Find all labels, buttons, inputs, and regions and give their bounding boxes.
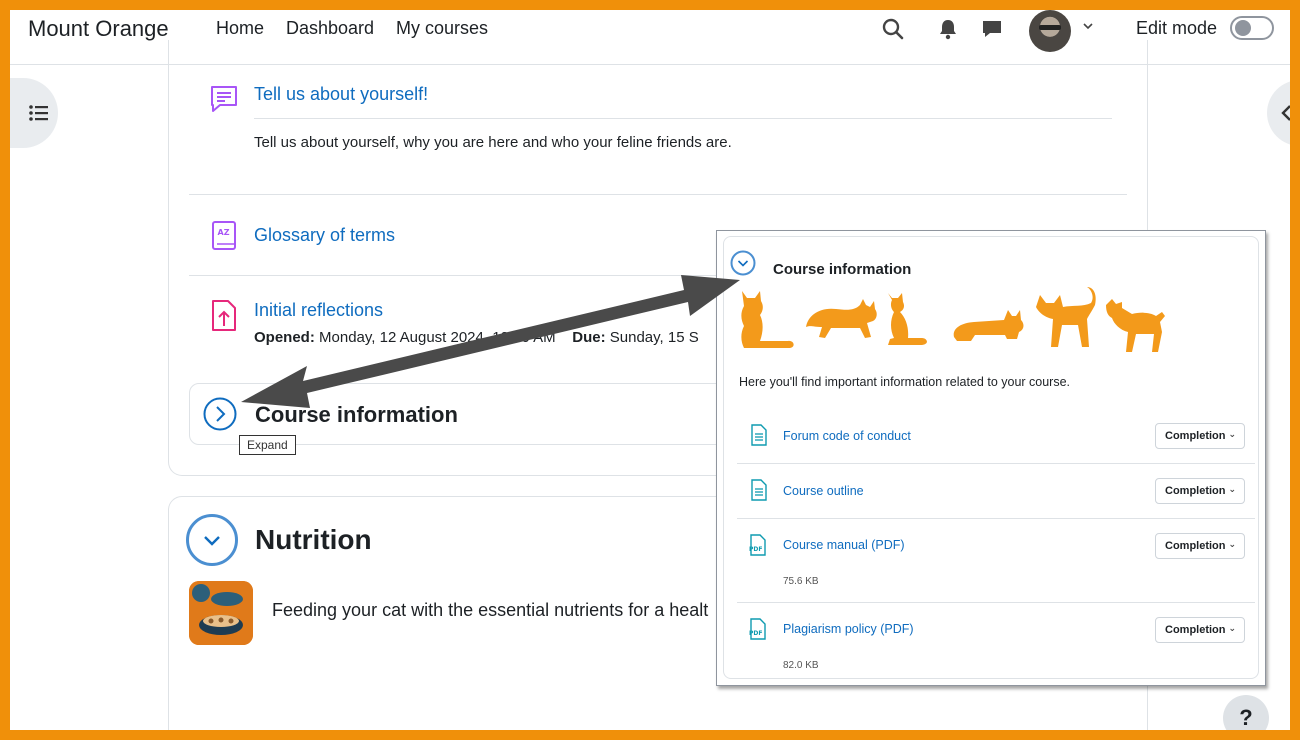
assignment-activity-link[interactable]: Initial reflections xyxy=(254,300,383,321)
popup-section-card: Course information Here you'll find impo… xyxy=(723,236,1259,679)
assignment-dates: Opened: Monday, 12 August 2024, 12:00 AM… xyxy=(254,329,699,346)
divider xyxy=(737,463,1255,464)
nutrition-section-title[interactable]: Nutrition xyxy=(255,524,372,556)
edit-mode-label: Edit mode xyxy=(1136,18,1218,38)
site-brand[interactable]: Mount Orange xyxy=(28,16,169,42)
edit-mode-toggle[interactable] xyxy=(1230,16,1274,40)
forum-activity-link[interactable]: Tell us about yourself! xyxy=(254,84,428,105)
chevron-down-icon: ⌄ xyxy=(1228,484,1236,494)
popup-item-course-manual-link[interactable]: Course manual (PDF) xyxy=(783,538,905,552)
popup-intro-text: Here you'll find important information r… xyxy=(739,375,1071,389)
block-drawer-button[interactable] xyxy=(1267,80,1290,146)
popup-item-forum-code-link[interactable]: Forum code of conduct xyxy=(783,429,911,443)
list-icon xyxy=(29,105,48,121)
nutrition-image xyxy=(189,581,253,645)
chevron-down-icon: ⌄ xyxy=(1228,623,1236,633)
divider xyxy=(254,118,1112,119)
messages-icon[interactable] xyxy=(979,16,1005,42)
svg-text:PDF: PDF xyxy=(749,630,762,637)
forum-description: Tell us about yourself, why you are here… xyxy=(254,134,732,151)
course-information-section-title[interactable]: Course information xyxy=(255,402,458,428)
expand-chevron-right-icon[interactable] xyxy=(203,397,237,431)
page-icon xyxy=(750,479,768,501)
help-button[interactable]: ? xyxy=(1223,695,1269,730)
chevron-down-icon: ⌄ xyxy=(1228,539,1236,549)
nav-my-courses[interactable]: My courses xyxy=(396,18,488,39)
chevron-left-icon xyxy=(1281,105,1290,121)
cat-silhouettes-banner xyxy=(736,287,1166,353)
course-index-drawer-button[interactable] xyxy=(10,78,58,148)
divider xyxy=(737,602,1255,603)
completion-dropdown[interactable]: Completion ⌄ xyxy=(1155,617,1245,643)
pdf-icon: PDF xyxy=(748,618,768,640)
divider xyxy=(189,275,749,276)
user-menu-chevron-down-icon[interactable] xyxy=(1082,20,1094,32)
divider xyxy=(189,194,1127,195)
nav-home[interactable]: Home xyxy=(216,18,264,39)
search-icon[interactable] xyxy=(880,16,906,42)
file-size: 82.0 KB xyxy=(783,660,819,671)
completion-dropdown[interactable]: Completion ⌄ xyxy=(1155,478,1245,504)
popup-item-course-outline-link[interactable]: Course outline xyxy=(783,484,864,498)
course-information-expanded-popup: Course information Here you'll find impo… xyxy=(716,230,1266,686)
collapse-chevron-down-icon[interactable] xyxy=(730,250,756,276)
nutrition-description: Feeding your cat with the essential nutr… xyxy=(272,600,709,620)
notification-bell-icon[interactable] xyxy=(935,16,961,42)
forum-icon xyxy=(208,83,240,115)
assignment-upload-icon xyxy=(210,299,238,333)
completion-dropdown[interactable]: Completion ⌄ xyxy=(1155,423,1245,449)
file-size: 75.6 KB xyxy=(783,576,819,587)
divider xyxy=(737,518,1255,519)
glossary-activity-link[interactable]: Glossary of terms xyxy=(254,225,395,246)
page-icon xyxy=(750,424,768,446)
expand-tooltip: Expand xyxy=(239,435,296,455)
collapse-chevron-down-icon[interactable] xyxy=(185,513,239,567)
popup-section-title[interactable]: Course information xyxy=(773,261,911,278)
pdf-icon: PDF xyxy=(748,534,768,556)
svg-text:PDF: PDF xyxy=(749,546,762,553)
nav-dashboard[interactable]: Dashboard xyxy=(286,18,374,39)
chevron-down-icon: ⌄ xyxy=(1228,429,1236,439)
glossary-icon: AZ xyxy=(210,220,238,252)
svg-text:AZ: AZ xyxy=(218,228,230,237)
popup-item-plagiarism-policy-link[interactable]: Plagiarism policy (PDF) xyxy=(783,622,914,636)
completion-dropdown[interactable]: Completion ⌄ xyxy=(1155,533,1245,559)
